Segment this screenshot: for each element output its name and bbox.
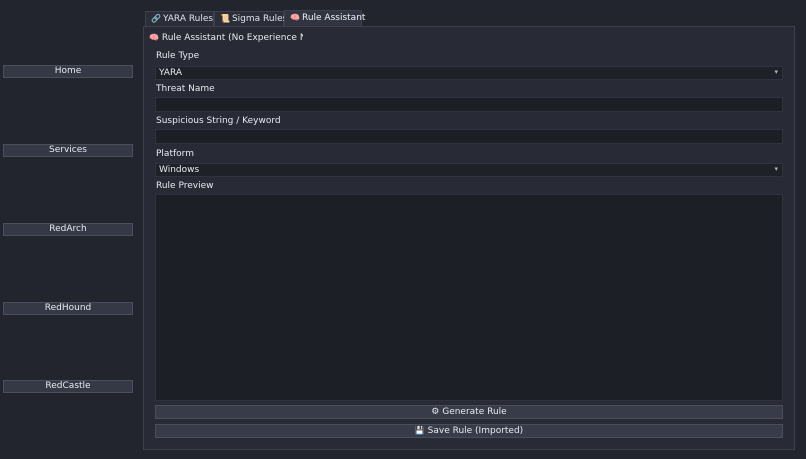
- sidebar-item-home[interactable]: Home: [3, 65, 133, 78]
- chevron-down-icon: ▾: [774, 68, 778, 76]
- threat-name-input[interactable]: [155, 97, 783, 112]
- suspicious-string-input[interactable]: [155, 129, 783, 144]
- gear-icon: ⚙: [431, 407, 440, 417]
- rule-preview-area[interactable]: [155, 194, 783, 401]
- sidebar-item-label: Services: [49, 145, 87, 155]
- brain-icon: 🧠: [290, 13, 300, 22]
- tab-label: Rule Assistant: [301, 13, 366, 23]
- generate-rule-button[interactable]: ⚙ Generate Rule: [155, 405, 783, 419]
- tab-label: Sigma Rules: [231, 14, 288, 24]
- suspicious-string-label: Suspicious String / Keyword: [156, 116, 281, 126]
- sidebar-item-redcastle[interactable]: RedCastle: [3, 380, 133, 393]
- sidebar-item-label: RedHound: [44, 303, 92, 313]
- platform-select[interactable]: Windows ▾: [155, 163, 783, 177]
- chevron-down-icon: ▾: [774, 165, 778, 173]
- sidebar-item-redarch[interactable]: RedArch: [3, 223, 133, 236]
- tab-label: YARA Rules: [162, 14, 214, 24]
- save-rule-label: Save Rule (Imported): [427, 426, 524, 436]
- platform-value: Windows: [159, 165, 200, 175]
- sidebar-item-label: RedArch: [49, 224, 87, 234]
- sidebar-item-label: RedCastle: [45, 381, 91, 391]
- link-icon: 🔗: [151, 14, 161, 23]
- brain-icon: 🧠: [149, 33, 159, 42]
- section-title: 🧠 Rule Assistant (No Experience Needed): [149, 33, 303, 43]
- generate-rule-label: Generate Rule: [442, 407, 507, 417]
- section-title-text: Rule Assistant (No Experience Needed): [161, 33, 303, 43]
- floppy-disk-icon: 💾: [414, 426, 425, 435]
- sidebar-item-redhound[interactable]: RedHound: [3, 302, 133, 315]
- rule-type-label: Rule Type: [156, 51, 200, 61]
- scroll-icon: 📜: [220, 14, 230, 23]
- rule-type-select[interactable]: YARA ▾: [155, 66, 783, 80]
- tab-rule-assistant[interactable]: 🧠 Rule Assistant: [284, 10, 366, 26]
- tab-yara-rules[interactable]: 🔗 YARA Rules: [145, 11, 214, 26]
- save-rule-button[interactable]: 💾 Save Rule (Imported): [155, 424, 783, 438]
- sidebar-item-label: Home: [54, 66, 82, 76]
- rule-preview-label: Rule Preview: [156, 181, 214, 191]
- threat-name-label: Threat Name: [156, 84, 215, 94]
- rule-type-value: YARA: [159, 68, 183, 78]
- sidebar-item-services[interactable]: Services: [3, 144, 133, 157]
- tab-sigma-rules[interactable]: 📜 Sigma Rules: [214, 11, 288, 26]
- platform-label: Platform: [156, 149, 194, 159]
